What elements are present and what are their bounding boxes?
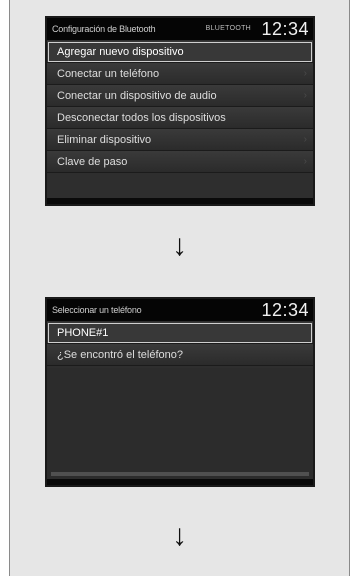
bluetooth-settings-screen: Configuración de Bluetooth BLUETOOTH 12:… xyxy=(45,16,315,206)
list-item-label: PHONE#1 xyxy=(57,327,109,339)
screen-title: Seleccionar un teléfono xyxy=(52,305,142,315)
list-item-phone-not-found[interactable]: ¿Se encontró el teléfono? xyxy=(47,344,313,366)
phone-list: PHONE#1 ¿Se encontró el teléfono? xyxy=(47,322,313,366)
menu-item-connect-phone[interactable]: Conectar un teléfono › xyxy=(47,63,313,85)
list-item-phone[interactable]: PHONE#1 xyxy=(47,322,313,344)
bluetooth-status-indicator: BLUETOOTH xyxy=(205,25,251,32)
menu-item-disconnect-all[interactable]: Desconectar todos los dispositivos xyxy=(47,107,313,129)
menu-item-label: Desconectar todos los dispositivos xyxy=(57,112,226,124)
menu-item-passkey[interactable]: Clave de paso › xyxy=(47,151,313,173)
menu-item-label: Clave de paso xyxy=(57,156,128,168)
title-bar: Configuración de Bluetooth BLUETOOTH 12:… xyxy=(47,18,313,40)
screen-title: Configuración de Bluetooth xyxy=(52,24,156,34)
menu-item-connect-audio[interactable]: Conectar un dispositivo de audio › xyxy=(47,85,313,107)
menu-item-label: Conectar un teléfono xyxy=(57,68,160,80)
settings-menu: Agregar nuevo dispositivo Conectar un te… xyxy=(47,41,313,173)
screen-bottom-bar xyxy=(47,479,313,485)
page-frame: Configuración de Bluetooth BLUETOOTH 12:… xyxy=(9,0,350,576)
empty-list-area xyxy=(47,368,313,480)
down-arrow-icon: ↓ xyxy=(172,519,187,552)
title-bar: Seleccionar un teléfono 12:34 xyxy=(47,299,313,321)
menu-item-label: Conectar un dispositivo de audio xyxy=(57,90,217,102)
chevron-right-icon: › xyxy=(303,156,307,167)
menu-item-label: Eliminar dispositivo xyxy=(57,134,152,146)
menu-item-add-device[interactable]: Agregar nuevo dispositivo xyxy=(47,41,313,63)
select-phone-screen: Seleccionar un teléfono 12:34 PHONE#1 ¿S… xyxy=(45,297,315,487)
clock: 12:34 xyxy=(261,300,309,320)
menu-item-delete-device[interactable]: Eliminar dispositivo › xyxy=(47,129,313,151)
screen-bottom-bar xyxy=(47,198,313,204)
chevron-right-icon: › xyxy=(303,134,307,145)
chevron-right-icon: › xyxy=(303,90,307,101)
scrollbar xyxy=(51,472,309,476)
chevron-right-icon: › xyxy=(303,68,307,79)
menu-item-label: Agregar nuevo dispositivo xyxy=(57,46,184,58)
list-item-label: ¿Se encontró el teléfono? xyxy=(57,349,183,361)
clock: 12:34 xyxy=(261,19,309,39)
down-arrow-icon: ↓ xyxy=(172,229,187,262)
